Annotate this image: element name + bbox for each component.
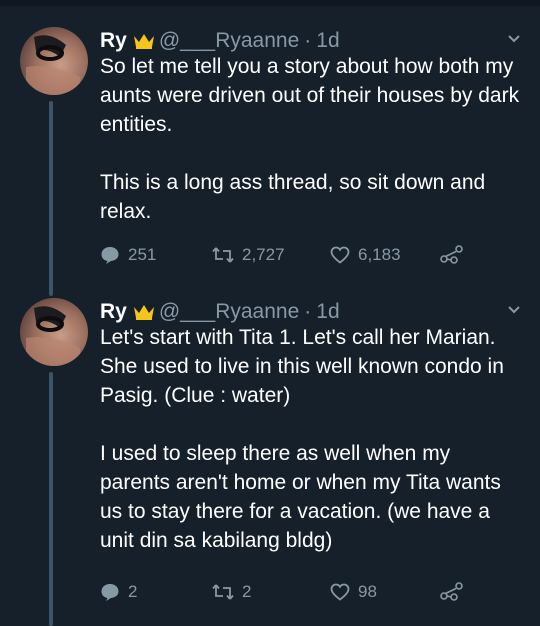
display-name[interactable]: Ry <box>100 29 127 53</box>
retweet-icon <box>212 584 234 600</box>
crown-icon <box>133 32 155 50</box>
share-button[interactable] <box>440 242 472 268</box>
like-count: 98 <box>358 582 377 601</box>
crown-icon <box>133 303 155 321</box>
reply-icon <box>101 247 119 264</box>
heart-icon <box>330 246 350 264</box>
share-icon <box>440 582 463 601</box>
avatar[interactable] <box>20 27 88 95</box>
tweet-header: Ry @___Ryaanne · 1d <box>100 27 340 55</box>
separator-dot: · <box>304 300 312 323</box>
tweet-paragraph: Let's start with Tita 1. Let's call her … <box>100 326 504 407</box>
chevron-down-icon[interactable] <box>506 31 522 52</box>
retweet-button[interactable]: 2,727 <box>212 242 285 268</box>
tweet-header: Ry @___Ryaanne · 1d <box>100 298 340 326</box>
reply-button[interactable]: 2 <box>100 579 137 605</box>
tweet-text: So let me tell you a story about how bot… <box>100 52 525 226</box>
retweet-count: 2,727 <box>242 245 285 264</box>
tweet-paragraph: This is a long ass thread, so sit down a… <box>100 171 486 223</box>
retweet-button[interactable]: 2 <box>212 579 251 605</box>
thread-line <box>49 372 53 626</box>
like-count: 6,183 <box>358 245 401 264</box>
user-handle[interactable]: @___Ryaanne <box>159 300 299 324</box>
reply-count: 251 <box>128 245 157 264</box>
timestamp[interactable]: 1d <box>316 300 339 324</box>
tweet-paragraph: I used to sleep there as well when my pa… <box>100 442 501 552</box>
retweet-icon <box>212 247 234 263</box>
avatar[interactable] <box>20 298 88 366</box>
tweet-text: Let's start with Tita 1. Let's call her … <box>100 323 525 555</box>
like-button[interactable]: 6,183 <box>330 242 401 268</box>
share-icon <box>440 245 463 264</box>
thread-line <box>49 101 53 296</box>
retweet-count: 2 <box>242 582 252 601</box>
reply-button[interactable]: 251 <box>100 242 156 268</box>
separator-dot: · <box>304 29 312 52</box>
like-button[interactable]: 98 <box>330 579 377 605</box>
user-handle[interactable]: @___Ryaanne <box>159 29 299 53</box>
top-divider <box>0 0 540 6</box>
timestamp[interactable]: 1d <box>316 29 339 53</box>
tweet-paragraph: So let me tell you a story about how bot… <box>100 55 520 136</box>
heart-icon <box>330 583 350 601</box>
share-button[interactable] <box>440 579 472 605</box>
chevron-down-icon[interactable] <box>506 302 522 323</box>
reply-count: 2 <box>128 582 138 601</box>
display-name[interactable]: Ry <box>100 300 127 324</box>
reply-icon <box>101 584 119 601</box>
